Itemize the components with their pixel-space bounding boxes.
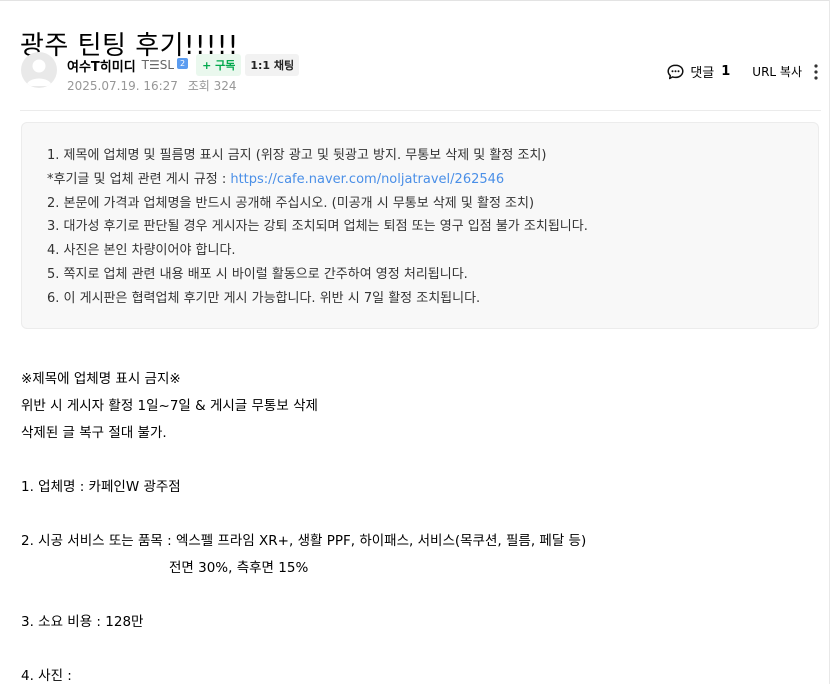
view-count: 조회 324	[187, 79, 237, 93]
notice-line: 2. 본문에 가격과 업체명을 반드시 공개해 주십시오. (미공개 시 무통보…	[47, 195, 535, 211]
review-item-cost: 3. 소요 비용 : 128만	[21, 614, 144, 630]
more-options-icon[interactable]	[814, 63, 818, 80]
author-nickname[interactable]: 여수T히미디	[67, 56, 136, 75]
comment-icon	[667, 63, 684, 79]
notice-line: 6. 이 게시판은 협력업체 후기만 게시 가능합니다. 위반 시 7일 활정 …	[47, 290, 481, 306]
member-grade: T☰SL	[141, 58, 175, 72]
header-divider	[20, 110, 821, 111]
top-border	[0, 0, 830, 1]
notice-line: 4. 사진은 본인 차량이어야 합니다.	[47, 243, 236, 259]
subscribe-button[interactable]: + 구독	[196, 54, 242, 76]
warning-text: 위반 시 게시자 활정 1일~7일 & 게시글 무통보 삭제	[21, 398, 318, 414]
comment-count: 1	[721, 64, 731, 79]
post-body: ※제목에 업체명 표시 금지※ 위반 시 게시자 활정 1일~7일 & 게시글 …	[21, 366, 821, 690]
comment-label: 댓글	[690, 66, 715, 81]
notice-line: 5. 쪽지로 업체 관련 내용 배포 시 바이럴 활동으로 간주하여 영정 처리…	[47, 266, 468, 282]
author-info: 여수T히미디 T☰SL 2 + 구독 1:1 채팅	[67, 54, 300, 76]
post-actions: 댓글 1 URL 복사	[667, 62, 818, 81]
notice-line: 3. 대가성 후기로 판단될 경우 게시자는 강퇴 조치되며 업체는 퇴점 또는…	[47, 219, 588, 235]
default-profile-icon	[26, 59, 52, 86]
review-item-service: 2. 시공 서비스 또는 품목 : 엑스펠 프라임 XR+, 생활 PPF, 하…	[21, 533, 587, 549]
notice-line: 1. 제목에 업체명 및 필름명 표시 금지 (위장 광고 및 뒷광고 방지. …	[47, 148, 547, 163]
review-item-shop: 1. 업체명 : 카페인W 광주점	[21, 479, 181, 495]
post-meta: 2025.07.19. 16:27 조회 324	[67, 77, 237, 94]
copy-url-button[interactable]: URL 복사	[752, 63, 802, 80]
post-date: 2025.07.19. 16:27	[67, 79, 178, 93]
board-notice: 1. 제목에 업체명 및 필름명 표시 금지 (위장 광고 및 뒷광고 방지. …	[21, 122, 819, 329]
review-item-photo: 4. 사진 :	[21, 668, 72, 684]
warning-text: 삭제된 글 복구 절대 불가.	[21, 425, 167, 441]
notice-rules-link[interactable]: https://cafe.naver.com/noljatravel/26254…	[230, 172, 504, 187]
comment-button[interactable]: 댓글 1	[667, 62, 730, 81]
notice-line: *후기글 및 업체 관련 게시 규정 : https://cafe.naver.…	[47, 168, 793, 192]
author-avatar[interactable]	[21, 52, 57, 88]
warning-title: ※제목에 업체명 표시 금지※	[21, 371, 181, 387]
chat-button[interactable]: 1:1 채팅	[245, 54, 300, 76]
notice-link-prefix: *후기글 및 업체 관련 게시 규정 :	[47, 171, 231, 187]
grade-badge-icon: 2	[177, 57, 189, 69]
review-item-service-detail: 전면 30%, 측후면 15%	[169, 560, 309, 576]
